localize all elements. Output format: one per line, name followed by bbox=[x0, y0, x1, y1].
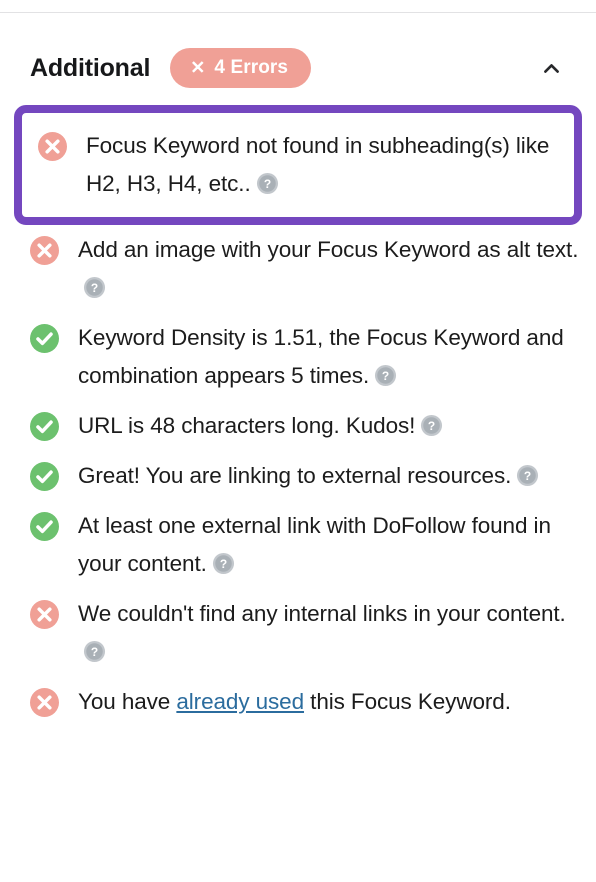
success-check-icon bbox=[36, 520, 53, 534]
svg-text:?: ? bbox=[91, 281, 98, 295]
seo-check-item: Add an image with your Focus Keyword as … bbox=[0, 231, 596, 307]
svg-text:?: ? bbox=[91, 645, 98, 659]
seo-check-item: We couldn't find any internal links in y… bbox=[0, 595, 596, 671]
error-x-icon bbox=[30, 236, 59, 265]
seo-check-item-highlighted: Focus Keyword not found in subheading(s)… bbox=[14, 105, 582, 225]
status-badge-label: 4 Errors bbox=[214, 57, 289, 78]
seo-check-item: URL is 48 characters long. Kudos!? bbox=[0, 407, 596, 445]
success-check-icon bbox=[30, 412, 59, 441]
collapse-panel-button[interactable] bbox=[532, 49, 570, 87]
error-x-icon bbox=[30, 688, 59, 717]
seo-check-text: We couldn't find any internal links in y… bbox=[78, 595, 582, 671]
seo-check-text: Add an image with your Focus Keyword as … bbox=[78, 231, 582, 307]
question-mark-icon[interactable]: ? bbox=[420, 414, 443, 437]
error-x-icon bbox=[38, 132, 67, 161]
success-check-icon bbox=[30, 462, 59, 491]
question-mark-icon[interactable]: ? bbox=[212, 552, 235, 575]
seo-check-text: Great! You are linking to external resou… bbox=[78, 457, 582, 495]
success-check-icon bbox=[30, 324, 59, 353]
success-check-icon bbox=[36, 332, 53, 346]
seo-check-text: Focus Keyword not found in subheading(s)… bbox=[86, 133, 550, 196]
error-x-icon bbox=[37, 607, 52, 622]
chevron-up-icon bbox=[543, 63, 559, 73]
success-check-icon bbox=[36, 470, 53, 484]
error-x-icon bbox=[37, 243, 52, 258]
seo-check-list: Focus Keyword not found in subheading(s)… bbox=[0, 105, 596, 733]
question-mark-icon[interactable]: ? bbox=[83, 276, 106, 299]
seo-check-text: At least one external link with DoFollow… bbox=[78, 513, 551, 576]
error-x-icon bbox=[30, 600, 59, 629]
seo-check-item: Keyword Density is 1.51, the Focus Keywo… bbox=[0, 319, 596, 395]
already-used-link[interactable]: already used bbox=[176, 689, 304, 714]
success-check-icon bbox=[36, 420, 53, 434]
seo-check-text: You have already used this Focus Keyword… bbox=[78, 689, 511, 714]
svg-text:?: ? bbox=[382, 369, 389, 383]
additional-seo-panel: Additional ✕ 4 Errors Focus Keyword not … bbox=[0, 0, 596, 882]
svg-text:?: ? bbox=[524, 469, 531, 483]
seo-check-item: You have already used this Focus Keyword… bbox=[0, 683, 596, 721]
question-mark-icon[interactable]: ? bbox=[516, 464, 539, 487]
svg-text:?: ? bbox=[264, 177, 271, 191]
seo-check-item: At least one external link with DoFollow… bbox=[0, 507, 596, 583]
seo-check-item: Great! You are linking to external resou… bbox=[0, 457, 596, 495]
seo-check-text: Keyword Density is 1.51, the Focus Keywo… bbox=[78, 325, 564, 388]
error-x-icon bbox=[37, 695, 52, 710]
panel-header: Additional ✕ 4 Errors bbox=[0, 42, 596, 94]
question-mark-icon[interactable]: ? bbox=[83, 640, 106, 663]
question-mark-icon[interactable]: ? bbox=[374, 364, 397, 387]
error-x-icon bbox=[45, 139, 60, 154]
status-badge-errors: ✕ 4 Errors bbox=[170, 48, 312, 88]
svg-text:?: ? bbox=[220, 557, 227, 571]
close-x-icon: ✕ bbox=[190, 57, 206, 78]
svg-text:?: ? bbox=[428, 419, 435, 433]
page-title: Additional bbox=[30, 53, 151, 82]
success-check-icon bbox=[30, 512, 59, 541]
top-divider bbox=[0, 12, 596, 13]
question-mark-icon[interactable]: ? bbox=[256, 172, 279, 195]
seo-check-text: URL is 48 characters long. Kudos!? bbox=[78, 407, 582, 445]
